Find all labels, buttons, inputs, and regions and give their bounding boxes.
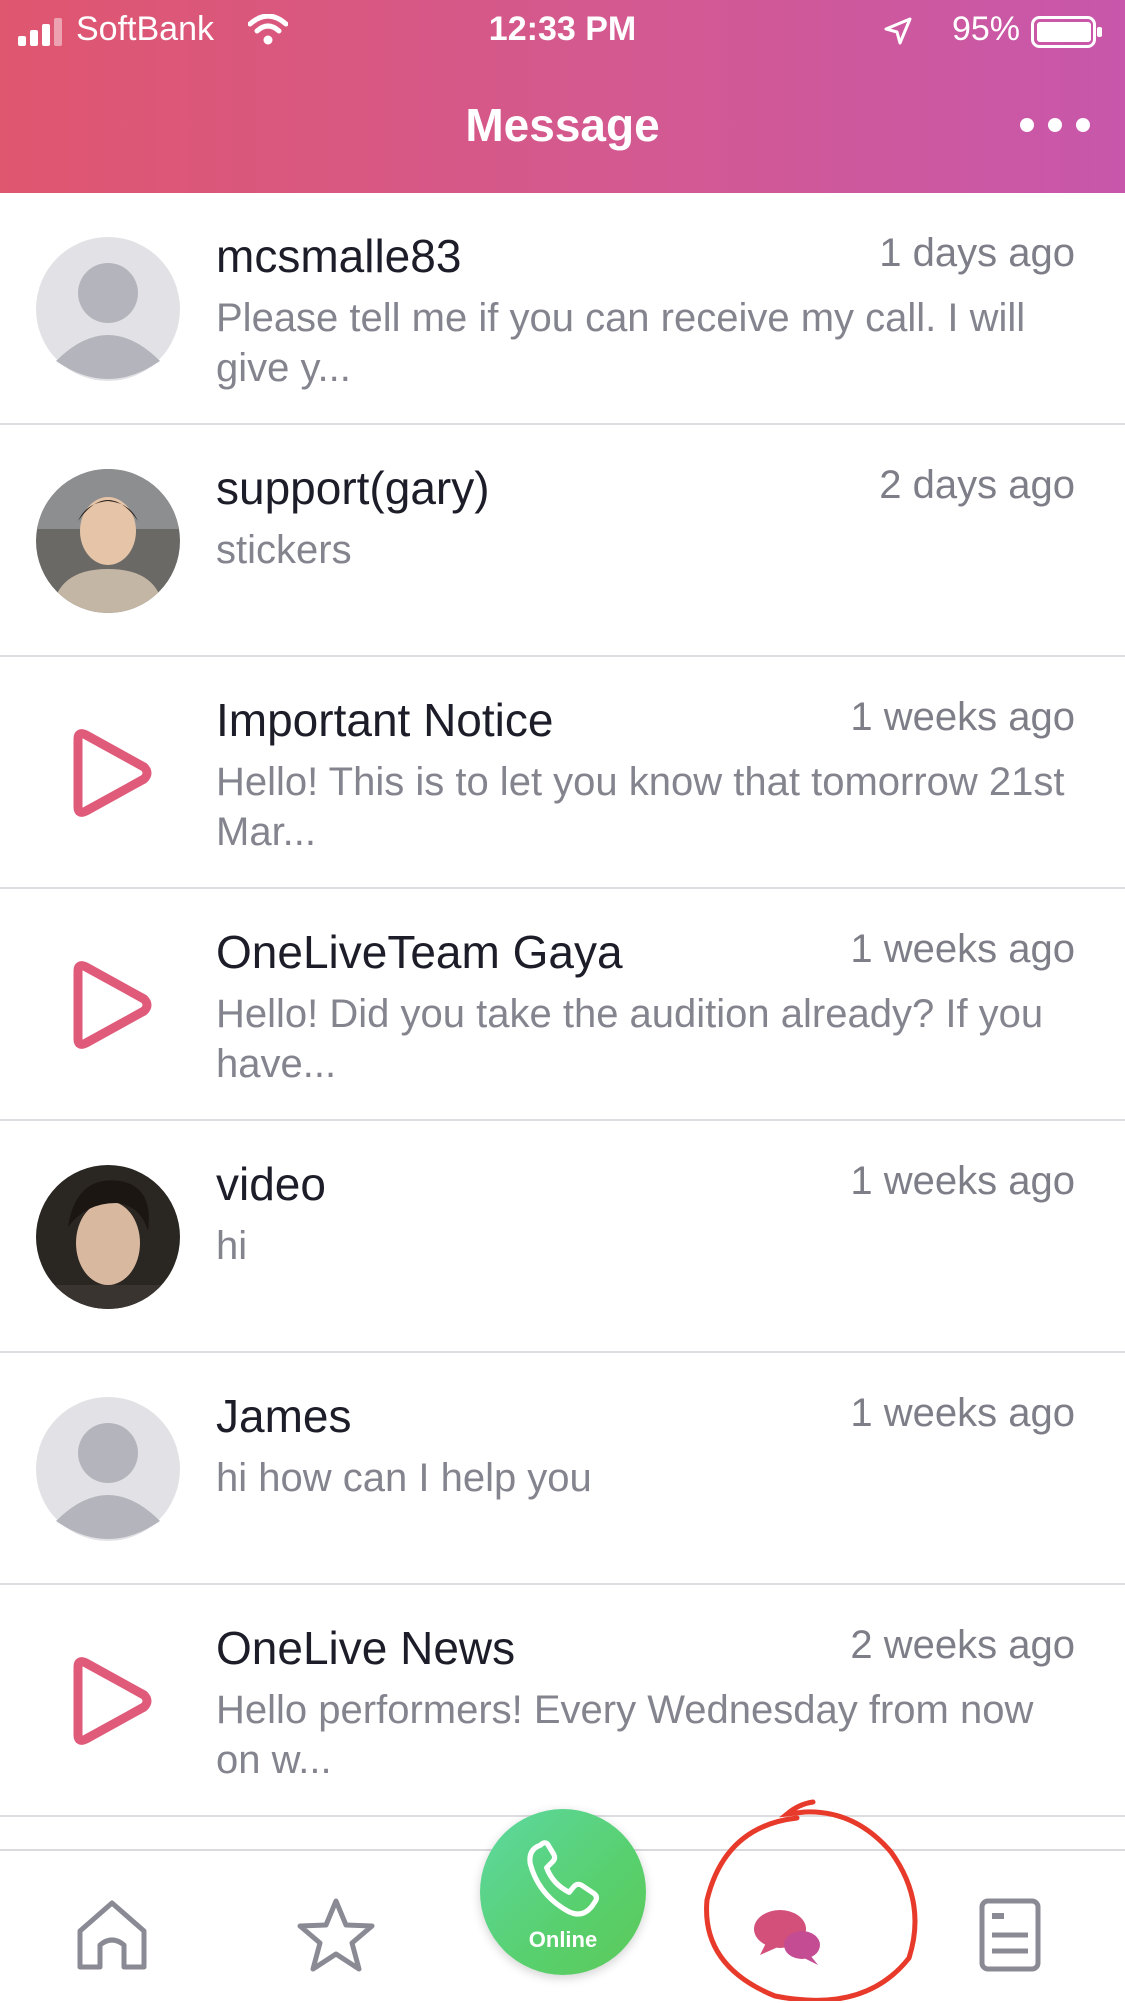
contact-name: video (216, 1158, 326, 1210)
contact-name: Important Notice (216, 694, 554, 746)
onelive-play-logo-icon (73, 1657, 152, 1745)
message-time: 1 weeks ago (850, 1159, 1075, 1203)
message-time: 1 days ago (879, 231, 1075, 275)
message-preview: Hello! Did you take the audition already… (216, 992, 1044, 1086)
message-time: 2 weeks ago (850, 1623, 1075, 1667)
onelive-play-logo-icon (73, 961, 152, 1049)
photo-avatar (36, 469, 180, 613)
message-preview: hi how can I help you (216, 1456, 592, 1500)
message-preview: Hello performers! Every Wednesday from n… (216, 1688, 1034, 1782)
message-row[interactable]: Important Notice 1 weeks ago Hello! This… (0, 657, 1125, 889)
contact-name: OneLiveTeam Gaya (216, 926, 623, 978)
message-row[interactable]: James 1 weeks ago hi how can I help you (0, 1353, 1125, 1585)
app-header: SoftBank 12:33 PM 95% Message (0, 0, 1125, 193)
message-time: 2 days ago (879, 463, 1075, 507)
page-title: Message (465, 99, 660, 151)
message-row[interactable]: OneLiveTeam Gaya 1 weeks ago Hello! Did … (0, 889, 1125, 1121)
message-row[interactable]: mcsmalle83 1 days ago Please tell me if … (0, 193, 1125, 425)
message-row[interactable]: video 1 weeks ago hi (0, 1121, 1125, 1353)
online-status-label: Online (528, 1927, 598, 1952)
message-preview: Please tell me if you can receive my cal… (216, 296, 1026, 390)
message-row[interactable]: support(gary) 2 days ago stickers (0, 425, 1125, 657)
contact-name: support(gary) (216, 462, 490, 514)
phone-icon (527, 1840, 600, 1917)
message-preview: Hello! This is to let you know that tomo… (216, 760, 1065, 854)
hand-drawn-circle-annotation (704, 1799, 918, 2001)
message-preview: stickers (216, 528, 352, 572)
default-avatar-icon (36, 237, 180, 381)
more-options-icon[interactable] (1015, 100, 1095, 150)
contact-name: OneLive News (216, 1622, 516, 1674)
message-list: mcsmalle83 1 days ago Please tell me if … (0, 193, 1125, 1817)
battery-icon (1031, 16, 1102, 48)
default-avatar-icon (36, 1397, 180, 1541)
message-row[interactable]: OneLive News 2 weeks ago Hello performer… (0, 1585, 1125, 1817)
battery-percentage: 95% (951, 10, 1020, 48)
contact-name: mcsmalle83 (216, 230, 462, 282)
onelive-play-logo-icon (73, 729, 152, 817)
location-arrow-icon (884, 17, 912, 45)
message-preview: hi (216, 1224, 248, 1268)
online-call-button[interactable]: Online (480, 1809, 646, 1975)
contact-name: James (216, 1390, 352, 1442)
message-time: 1 weeks ago (850, 695, 1075, 739)
star-icon[interactable] (296, 1895, 376, 1975)
message-time: 1 weeks ago (850, 927, 1075, 971)
status-bar: SoftBank 12:33 PM 95% (0, 10, 1125, 54)
message-time: 1 weeks ago (850, 1391, 1075, 1435)
photo-avatar (36, 1165, 180, 1309)
home-icon[interactable] (72, 1895, 152, 1975)
document-icon[interactable] (970, 1895, 1050, 1975)
